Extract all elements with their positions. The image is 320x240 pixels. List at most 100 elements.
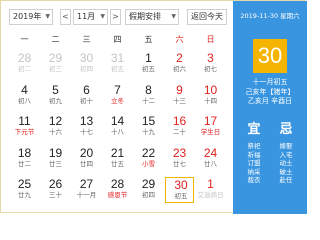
day-cell[interactable]: 7 立冬 — [103, 83, 132, 109]
day-cell[interactable]: 6 初十 — [72, 83, 101, 109]
lunar-label: 十六 — [49, 128, 62, 136]
lunar-label: 十三 — [173, 96, 186, 105]
lunar-label: 初八 — [18, 96, 31, 105]
day-number: 16 — [172, 114, 187, 128]
day-cell[interactable]: 23 廿七 — [165, 146, 194, 172]
day-number: 9 — [176, 82, 183, 97]
day-cell[interactable]: 3 初七 — [196, 51, 225, 77]
day-number: 30 — [174, 178, 188, 192]
day-cell[interactable]: 31 初五 — [103, 51, 132, 77]
day-cell[interactable]: 16 二十 — [165, 114, 194, 140]
day-cell[interactable]: 22 小雪 — [134, 146, 163, 172]
weekday-header: 一 二 三 四 五 六 日 — [9, 32, 231, 48]
day-cell[interactable]: 4 初八 — [10, 83, 39, 109]
ji-item: 动土 — [279, 159, 293, 167]
day-number: 1 — [145, 51, 152, 65]
day-number: 29 — [141, 177, 156, 191]
lunar-label: 十一月 — [76, 191, 97, 199]
lunar-label: 廿三 — [49, 159, 62, 168]
day-cell[interactable]: 2 初六 — [165, 51, 194, 77]
day-cell-selected[interactable]: 30 初五 — [165, 177, 194, 203]
day-cell[interactable]: 25 廿九 — [10, 177, 39, 203]
day-cell[interactable]: 10 十四 — [196, 83, 225, 109]
month-select-value: 11月 — [77, 12, 96, 21]
day-number: 4 — [21, 82, 28, 97]
day-cell[interactable]: 29 初三 — [41, 51, 70, 77]
yi-list: 祭祀 祈福 订盟 纳采 裁衣 — [240, 142, 268, 185]
day-cell[interactable]: 9 十三 — [165, 83, 194, 109]
selected-day-number: 30 — [253, 39, 287, 73]
day-number: 15 — [141, 114, 156, 128]
next-month-button[interactable]: > — [110, 9, 121, 25]
lunar-label: 初五 — [111, 65, 124, 73]
yi-item: 祭祀 — [247, 142, 261, 150]
day-cell[interactable]: 1 初五 — [134, 51, 163, 77]
day-number: 23 — [172, 145, 187, 160]
day-cell[interactable]: 26 三十 — [41, 177, 70, 203]
yi-title: 宜 — [247, 122, 261, 137]
lunar-label: 十二 — [142, 96, 155, 105]
day-number: 8 — [145, 82, 152, 97]
day-number: 27 — [79, 177, 94, 191]
day-cell[interactable]: 30 初四 — [72, 51, 101, 77]
day-cell[interactable]: 14 十八 — [103, 114, 132, 140]
day-number: 21 — [110, 145, 125, 160]
weekday-label: 五 — [144, 35, 153, 44]
day-cell[interactable]: 5 初九 — [41, 83, 70, 109]
day-cell[interactable]: 21 廿五 — [103, 146, 132, 172]
day-number: 29 — [48, 51, 63, 65]
day-cell[interactable]: 18 廿二 — [10, 146, 39, 172]
day-cell[interactable]: 24 廿八 — [196, 146, 225, 172]
day-cell[interactable]: 17 学生日 — [196, 114, 225, 140]
lunar-label: 初七 — [204, 65, 217, 73]
day-cell[interactable]: 28 感恩节 — [103, 177, 132, 203]
day-number: 3 — [207, 51, 214, 65]
day-number: 10 — [203, 82, 218, 97]
lunar-label: 初十 — [80, 96, 93, 105]
calendar-toolbar: 2019年 ▼ < 11月 ▼ > 假期安排 ▼ 返回今天 — [1, 1, 233, 31]
calendar-widget: 2019年 ▼ < 11月 ▼ > 假期安排 ▼ 返回今天 一 二 三 四 五 … — [0, 0, 307, 214]
lunar-label: 初四 — [142, 191, 155, 199]
day-number: 11 — [18, 114, 31, 128]
day-number: 19 — [48, 145, 63, 160]
day-cell[interactable]: 13 十七 — [72, 114, 101, 140]
day-cell[interactable]: 27 十一月 — [72, 177, 101, 203]
lunar-label: 初六 — [173, 65, 186, 73]
lunar-label: 十四 — [204, 96, 217, 105]
year-select[interactable]: 2019年 ▼ — [9, 9, 53, 25]
date-detail-panel: 2019-11-30 星期六 30 十一月初五 己亥年【猪年】 乙亥月 辛酉日 … — [233, 1, 307, 214]
day-cell[interactable]: 20 廿四 — [72, 146, 101, 172]
ganzhi-month-day: 乙亥月 辛酉日 — [247, 97, 293, 105]
weekday-label: 六 — [175, 35, 184, 44]
prev-month-button[interactable]: < — [60, 9, 71, 25]
back-to-today-button[interactable]: 返回今天 — [187, 9, 227, 25]
day-number: 30 — [79, 51, 94, 65]
lunar-label: 廿七 — [173, 159, 186, 168]
day-cell[interactable]: 15 十九 — [134, 114, 163, 140]
day-cell[interactable]: 1 艾滋病日 — [196, 177, 225, 203]
day-number: 25 — [17, 177, 32, 191]
weekday-label: 二 — [51, 35, 60, 44]
month-select[interactable]: 11月 ▼ — [73, 9, 108, 25]
day-number: 26 — [48, 177, 63, 191]
lunar-label: 廿二 — [18, 159, 31, 168]
day-number: 28 — [110, 177, 125, 191]
day-number: 14 — [110, 114, 125, 128]
day-cell[interactable]: 19 廿三 — [41, 146, 70, 172]
day-cell[interactable]: 12 十六 — [41, 114, 70, 140]
lunar-label: 廿五 — [111, 159, 124, 168]
day-cell[interactable]: 11 下元节 — [10, 114, 39, 140]
day-cell[interactable]: 28 初二 — [10, 51, 39, 77]
day-number: 22 — [141, 145, 156, 160]
ji-title: 忌 — [279, 122, 293, 137]
day-number: 7 — [114, 82, 121, 97]
lunar-label: 初四 — [80, 65, 93, 73]
year-select-value: 2019年 — [13, 12, 42, 21]
day-cell[interactable]: 29 初四 — [134, 177, 163, 203]
lunar-label: 三十 — [49, 191, 62, 199]
holiday-select[interactable]: 假期安排 ▼ — [125, 9, 179, 25]
day-cell[interactable]: 8 十二 — [134, 83, 163, 109]
weekday-label: 日 — [206, 35, 215, 44]
ganzhi-year: 己亥年【猪年】 — [245, 88, 295, 96]
lunar-date: 十一月初五 — [252, 78, 288, 86]
